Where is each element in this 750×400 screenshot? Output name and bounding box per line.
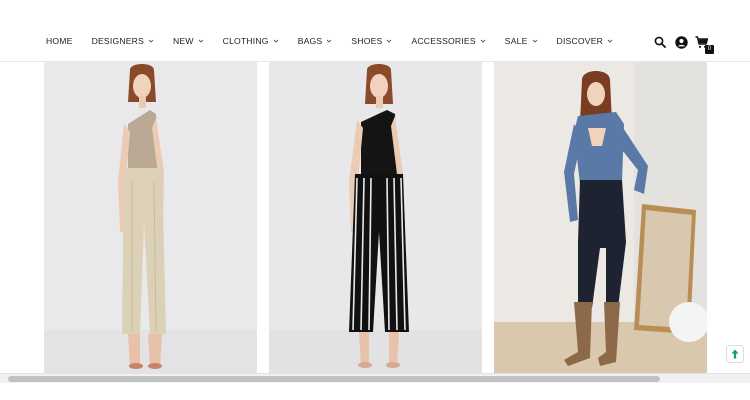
nav-item-designers[interactable]: DESIGNERS <box>92 36 154 46</box>
nav-item-label: CLOTHING <box>222 36 269 46</box>
chevron-down-icon <box>532 38 538 44</box>
nav-item-accessories[interactable]: ACCESSORIES <box>411 36 486 46</box>
nav-item-new[interactable]: NEW <box>173 36 204 46</box>
page-bottom-area <box>0 383 750 400</box>
chevron-down-icon <box>480 38 486 44</box>
main-nav: HOME DESIGNERS NEW CLOTHING BAGS SHOES A… <box>46 36 632 46</box>
chevron-down-icon <box>386 38 392 44</box>
nav-item-label: ACCESSORIES <box>411 36 476 46</box>
chevron-down-icon <box>607 38 613 44</box>
nav-item-home[interactable]: HOME <box>46 36 73 46</box>
scrollbar-thumb[interactable] <box>8 376 660 382</box>
nav-item-shoes[interactable]: SHOES <box>351 36 392 46</box>
nav-item-label: SHOES <box>351 36 383 46</box>
scroll-right-icon[interactable] <box>743 376 749 389</box>
product-grid <box>44 62 707 373</box>
product-image <box>494 62 707 373</box>
chevron-down-icon <box>273 38 279 44</box>
chevron-down-icon <box>148 38 154 44</box>
chevron-down-icon <box>326 38 332 44</box>
account-icon[interactable] <box>673 34 689 50</box>
nav-item-label: SALE <box>504 36 528 46</box>
nav-item-label: HOME <box>46 36 73 46</box>
product-card[interactable] <box>494 62 707 373</box>
scroll-left-icon[interactable] <box>1 376 7 389</box>
search-icon[interactable] <box>652 34 668 50</box>
site-header: HOME DESIGNERS NEW CLOTHING BAGS SHOES A… <box>0 0 750 62</box>
cart-count-badge: 0 <box>705 45 714 54</box>
product-card[interactable] <box>269 62 482 373</box>
cart-icon[interactable]: 0 <box>694 34 714 54</box>
nav-item-label: DESIGNERS <box>91 36 145 46</box>
arrow-up-icon <box>731 349 739 359</box>
nav-item-label: BAGS <box>297 36 323 46</box>
nav-item-label: DISCOVER <box>556 36 604 46</box>
product-card[interactable] <box>44 62 257 373</box>
product-image <box>44 62 257 373</box>
scroll-to-top-button[interactable] <box>726 345 744 363</box>
product-image <box>269 62 482 373</box>
nav-item-bags[interactable]: BAGS <box>298 36 333 46</box>
nav-item-discover[interactable]: DISCOVER <box>557 36 614 46</box>
nav-item-clothing[interactable]: CLOTHING <box>223 36 279 46</box>
nav-item-label: NEW <box>173 36 194 46</box>
nav-item-sale[interactable]: SALE <box>505 36 538 46</box>
chevron-down-icon <box>198 38 204 44</box>
header-actions: 0 <box>647 34 714 54</box>
horizontal-scrollbar[interactable] <box>0 373 750 389</box>
